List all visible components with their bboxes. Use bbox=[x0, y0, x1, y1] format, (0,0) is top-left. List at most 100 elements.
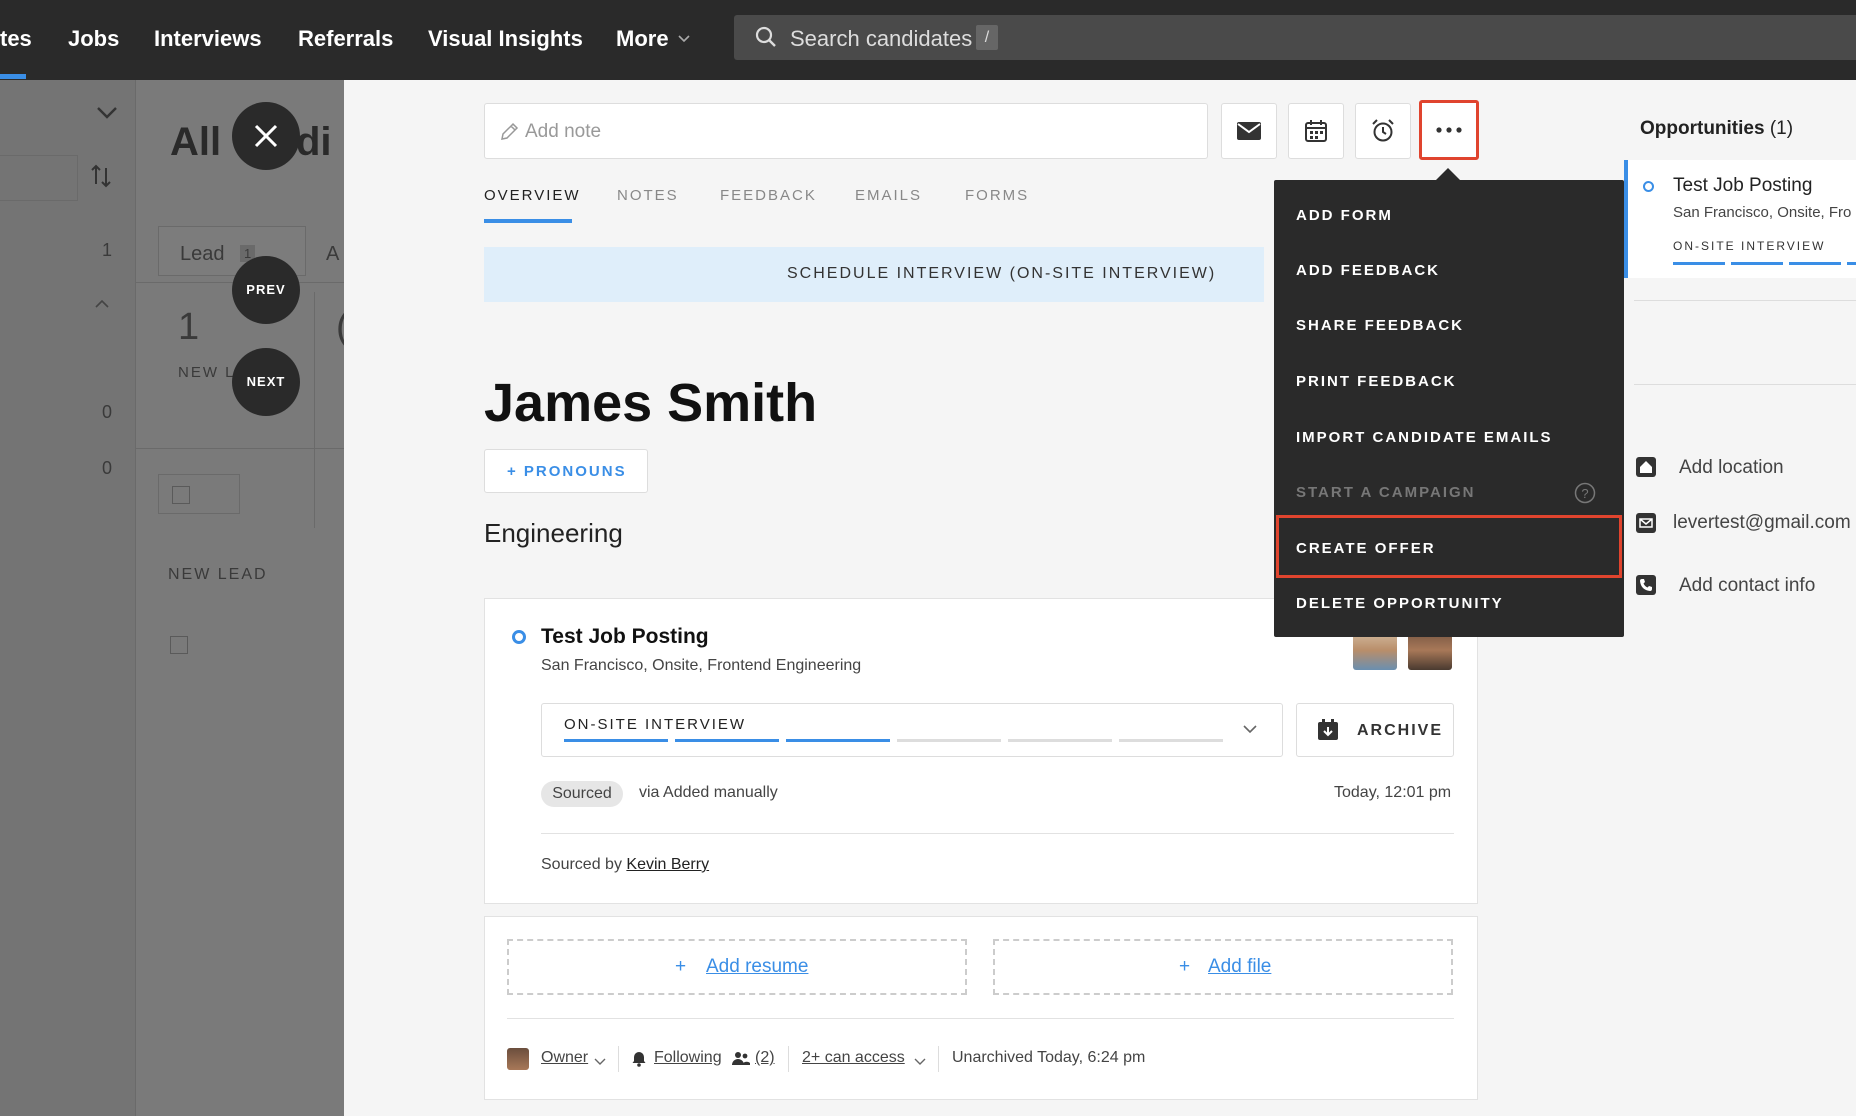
archive-icon bbox=[1317, 719, 1339, 746]
opportunities-heading: Opportunities (1) bbox=[1640, 118, 1794, 139]
add-pronouns-button[interactable]: + PRONOUNS bbox=[484, 449, 648, 493]
menu-item-import-candidate-emails[interactable]: IMPORT CANDIDATE EMAILS bbox=[1296, 429, 1553, 446]
access-dropdown[interactable]: 2+ can access bbox=[802, 1049, 905, 1067]
nav-item-visual-insights[interactable]: Visual Insights bbox=[428, 26, 583, 52]
divider bbox=[1634, 384, 1856, 385]
menu-item-delete-opportunity[interactable]: DELETE OPPORTUNITY bbox=[1296, 595, 1504, 612]
nav-item-referrals[interactable]: Referrals bbox=[298, 26, 393, 52]
checkbox bbox=[170, 636, 188, 654]
stage-progress-segment bbox=[1119, 739, 1223, 742]
background-pipeline-view: 1 0 0 All di Lead 1 A 1 NEW L ( NEW LEAD bbox=[0, 80, 344, 1116]
reminder-button[interactable] bbox=[1355, 103, 1411, 159]
background-zero: 0 bbox=[102, 402, 113, 422]
phone-icon bbox=[1636, 575, 1656, 595]
search-placeholder: Search candidates bbox=[790, 26, 973, 51]
background-title: di bbox=[296, 120, 332, 164]
menu-item-create-offer[interactable]: CREATE OFFER bbox=[1296, 540, 1436, 557]
nav-item-candidates[interactable]: tes bbox=[0, 26, 32, 52]
active-tab-underline bbox=[484, 219, 572, 223]
schedule-interview-banner[interactable]: SCHEDULE INTERVIEW (ON-SITE INTERVIEW) bbox=[484, 247, 1264, 302]
divider bbox=[1634, 300, 1856, 301]
divider bbox=[136, 448, 344, 449]
background-count: 1 bbox=[102, 240, 113, 260]
email-button[interactable] bbox=[1221, 103, 1277, 159]
menu-item-print-feedback[interactable]: PRINT FEEDBACK bbox=[1296, 373, 1457, 390]
sidebar-opportunity-stage: ON-SITE INTERVIEW bbox=[1673, 239, 1826, 253]
archive-button[interactable]: ARCHIVE bbox=[1296, 703, 1454, 757]
alarm-clock-icon bbox=[1372, 119, 1394, 142]
stage-progress-segment bbox=[897, 739, 1001, 742]
background-column-new-lead: NEW LEAD bbox=[168, 566, 268, 583]
tab-notes[interactable]: NOTES bbox=[617, 187, 679, 204]
nav-item-more[interactable]: More bbox=[616, 26, 669, 52]
email-icon bbox=[1636, 513, 1656, 533]
menu-item-share-feedback[interactable]: SHARE FEEDBACK bbox=[1296, 317, 1464, 334]
help-icon[interactable]: ? bbox=[1574, 482, 1596, 509]
source-via: via Added manually bbox=[639, 784, 778, 801]
search-bar[interactable]: Search candidates / bbox=[734, 15, 1856, 60]
sourced-by: Sourced by Kevin Berry bbox=[541, 856, 709, 874]
sourced-by-prefix: Sourced by bbox=[541, 856, 622, 873]
add-contact-info-link[interactable]: Add contact info bbox=[1679, 575, 1815, 597]
followers-count-link[interactable]: (2) bbox=[755, 1049, 775, 1067]
nav-item-jobs[interactable]: Jobs bbox=[68, 26, 119, 52]
plus-icon: + bbox=[675, 956, 687, 977]
add-pronouns-label: + PRONOUNS bbox=[507, 463, 627, 480]
background-stat-partial: ( bbox=[336, 306, 344, 349]
avatar bbox=[507, 1048, 529, 1070]
opportunity-timestamp: Today, 12:01 pm bbox=[1334, 784, 1452, 801]
chevron-down-icon bbox=[96, 106, 118, 125]
stage-progress-segment bbox=[786, 739, 890, 742]
sidebar-opportunity-title: Test Job Posting bbox=[1673, 175, 1813, 196]
plus-icon: + bbox=[1179, 956, 1191, 977]
prev-button[interactable]: PREV bbox=[232, 256, 300, 324]
add-note-placeholder: Add note bbox=[525, 121, 602, 142]
sidebar-opportunity-subtitle: San Francisco, Onsite, Fro bbox=[1673, 204, 1852, 221]
chevron-down-icon bbox=[914, 1054, 926, 1072]
tab-feedback[interactable]: FEEDBACK bbox=[720, 187, 817, 204]
chevron-down-icon bbox=[1242, 722, 1258, 740]
owner-dropdown[interactable]: Owner bbox=[541, 1049, 588, 1067]
stage-progress-segment bbox=[1673, 262, 1725, 265]
next-button[interactable]: NEXT bbox=[232, 348, 300, 416]
background-filter-input bbox=[0, 155, 78, 201]
tab-forms[interactable]: FORMS bbox=[965, 187, 1029, 204]
stage-progress-segment bbox=[564, 739, 668, 742]
people-icon bbox=[732, 1050, 750, 1071]
add-note-input[interactable]: Add note bbox=[484, 103, 1208, 159]
candidate-headline: Engineering bbox=[484, 518, 623, 548]
tab-overview[interactable]: OVERVIEW bbox=[484, 187, 581, 204]
opportunity-subtitle: San Francisco, Onsite, Frontend Engineer… bbox=[541, 657, 862, 674]
opportunity-title[interactable]: Test Job Posting bbox=[541, 625, 709, 649]
menu-item-add-form[interactable]: ADD FORM bbox=[1296, 207, 1393, 224]
following-toggle[interactable]: Following bbox=[654, 1049, 722, 1067]
archive-label: ARCHIVE bbox=[1357, 722, 1444, 739]
add-resume-link[interactable]: Add resume bbox=[706, 956, 808, 978]
close-button[interactable] bbox=[232, 102, 300, 170]
pencil-icon bbox=[499, 122, 519, 147]
schedule-button[interactable] bbox=[1288, 103, 1344, 159]
tab-emails[interactable]: EMAILS bbox=[855, 187, 922, 204]
source-badge: Sourced bbox=[541, 781, 623, 807]
location-icon bbox=[1636, 457, 1656, 477]
close-icon bbox=[254, 124, 278, 148]
add-resume-dropzone[interactable]: + Add resume bbox=[507, 939, 967, 995]
divider bbox=[507, 1018, 1454, 1019]
search-shortcut-key: / bbox=[976, 25, 998, 50]
stage-progress-segment bbox=[1008, 739, 1112, 742]
candidate-email[interactable]: levertest@gmail.com bbox=[1673, 512, 1851, 534]
bell-icon bbox=[631, 1049, 647, 1072]
top-navigation: tes Jobs Interviews Referrals Visual Ins… bbox=[0, 0, 1856, 80]
background-tab-next: A bbox=[326, 243, 340, 265]
add-file-dropzone[interactable]: + Add file bbox=[993, 939, 1453, 995]
more-horizontal-icon bbox=[1436, 127, 1462, 133]
sourced-by-user-link[interactable]: Kevin Berry bbox=[626, 856, 709, 873]
divider bbox=[938, 1046, 939, 1072]
sort-icon bbox=[90, 164, 112, 193]
search-icon bbox=[754, 25, 778, 54]
nav-item-interviews[interactable]: Interviews bbox=[154, 26, 262, 52]
add-location-link[interactable]: Add location bbox=[1679, 457, 1784, 479]
more-options-button[interactable] bbox=[1419, 100, 1479, 160]
menu-item-add-feedback[interactable]: ADD FEEDBACK bbox=[1296, 262, 1440, 279]
add-file-link[interactable]: Add file bbox=[1208, 956, 1271, 978]
